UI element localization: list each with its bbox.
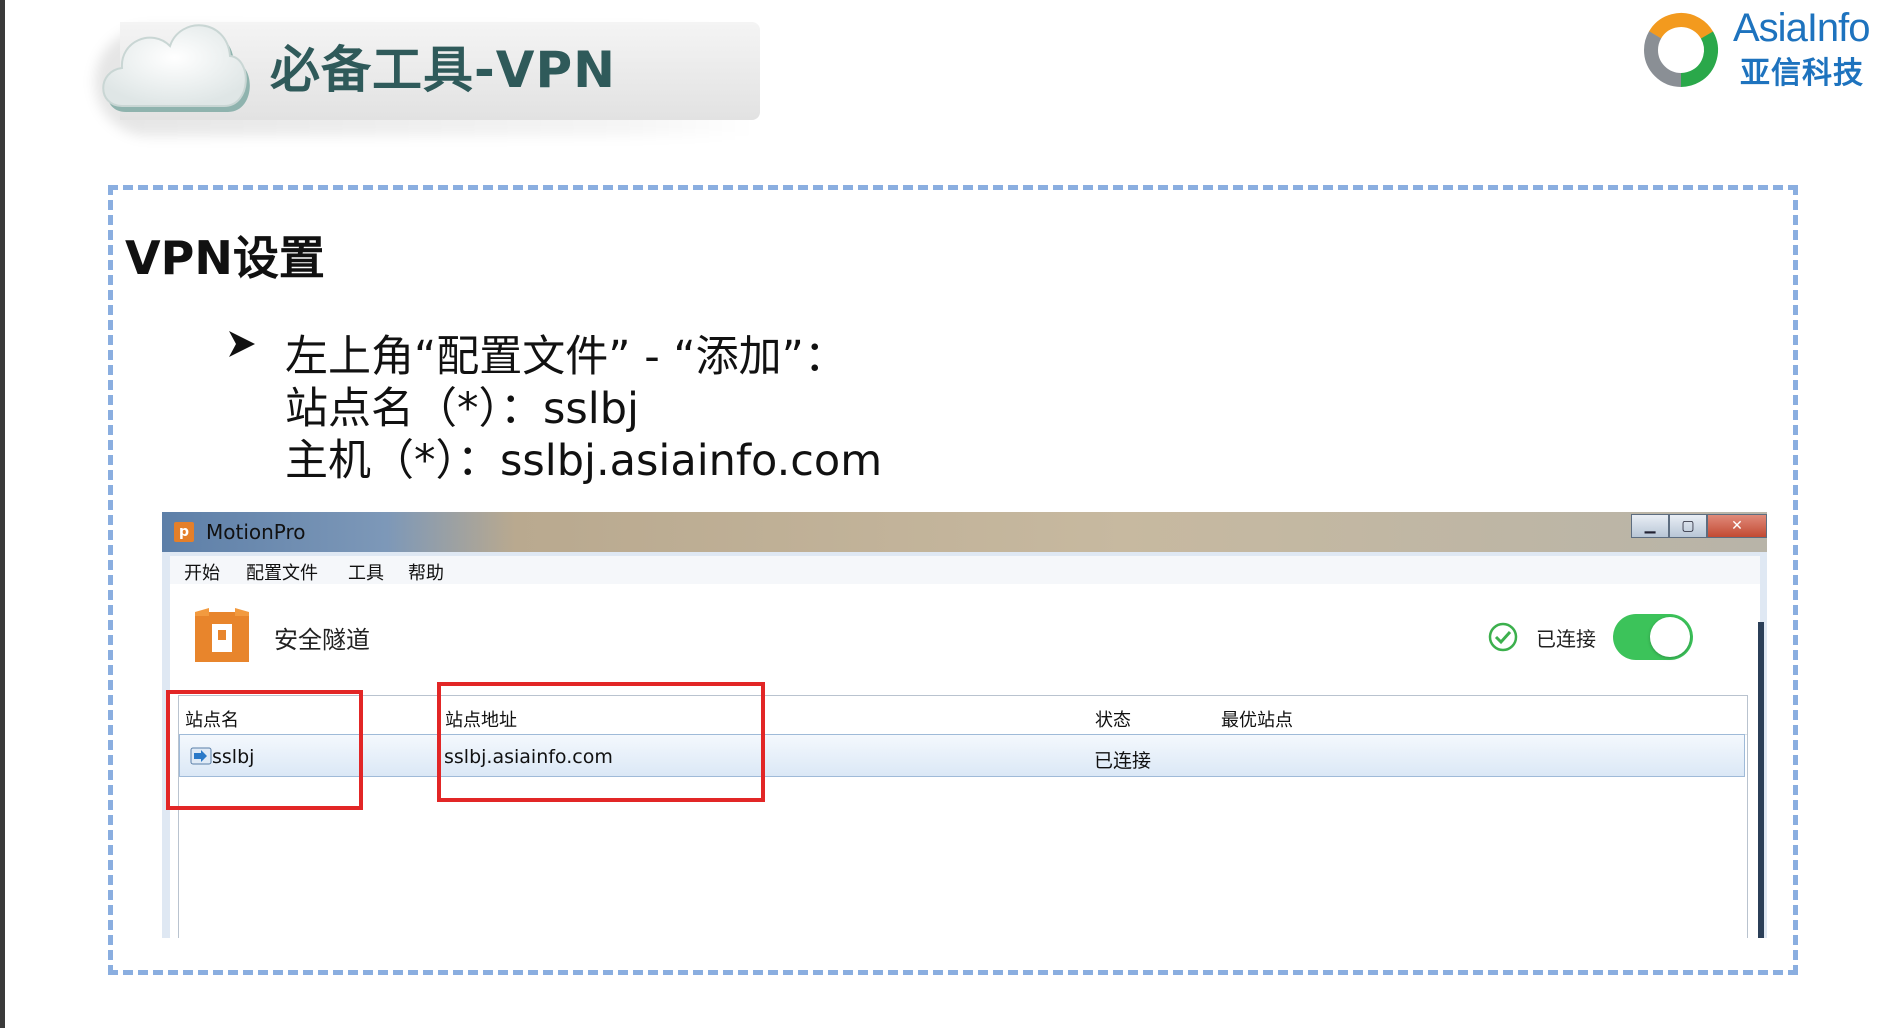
section-title: VPN设置 xyxy=(125,231,325,285)
table-row[interactable]: sslbj sslbj.asiainfo.com 已连接 xyxy=(179,734,1745,777)
cloud-icon xyxy=(102,24,250,112)
col-best-site[interactable]: 最优站点 xyxy=(1221,706,1293,732)
menu-start[interactable]: 开始 xyxy=(184,559,220,585)
slide-title: 必备工具-VPN xyxy=(270,41,616,99)
cell-status: 已连接 xyxy=(1094,750,1152,772)
menu-help[interactable]: 帮助 xyxy=(408,559,444,585)
instruction-line-3: 主机（*）：sslbj.asiainfo.com xyxy=(285,436,883,486)
connected-check-icon xyxy=(1488,622,1518,652)
col-status[interactable]: 状态 xyxy=(1095,706,1131,732)
logo-wordmark: AsiaInfo xyxy=(1733,6,1871,50)
logo-chinese-name: 亚信科技 xyxy=(1740,56,1864,91)
site-address-highlight xyxy=(437,682,765,802)
site-name-highlight xyxy=(166,690,363,810)
window-title: MotionPro xyxy=(206,520,306,544)
window-edge-bar xyxy=(1758,622,1764,938)
menu-bar: 开始 配置文件 工具 帮助 xyxy=(170,556,1760,585)
asiainfo-logo-icon xyxy=(1644,13,1718,87)
window-titlebar[interactable]: p MotionPro ▁ ▢ ✕ xyxy=(162,512,1767,552)
motionpro-window: p MotionPro ▁ ▢ ✕ 开始 配置文件 工具 帮助 安全隧道 已连接 xyxy=(162,512,1767,938)
motionpro-app-icon: p xyxy=(174,522,194,542)
secure-tunnel-label: 安全隧道 xyxy=(274,626,370,654)
arrow-bullet-icon xyxy=(229,331,255,357)
menu-tools[interactable]: 工具 xyxy=(348,559,384,585)
vpn-toggle[interactable] xyxy=(1613,614,1693,660)
site-table: 站点名 站点地址 状态 最优站点 sslbj sslbj.asiainfo.co… xyxy=(178,695,1748,938)
minimize-button[interactable]: ▁ xyxy=(1631,514,1669,538)
close-button[interactable]: ✕ xyxy=(1707,514,1767,538)
menu-profile[interactable]: 配置文件 xyxy=(246,559,318,585)
slide-edge xyxy=(0,0,5,1028)
toggle-knob xyxy=(1650,617,1690,657)
table-header: 站点名 站点地址 状态 最优站点 xyxy=(179,696,1747,735)
connection-status-label: 已连接 xyxy=(1536,627,1596,651)
maximize-button[interactable]: ▢ xyxy=(1669,514,1707,538)
window-client-area: 安全隧道 已连接 站点名 站点地址 状态 最优站点 sslbj sslbj.as… xyxy=(170,584,1760,938)
motionpro-logo-icon xyxy=(195,608,249,662)
window-controls: ▁ ▢ ✕ xyxy=(1631,514,1767,540)
